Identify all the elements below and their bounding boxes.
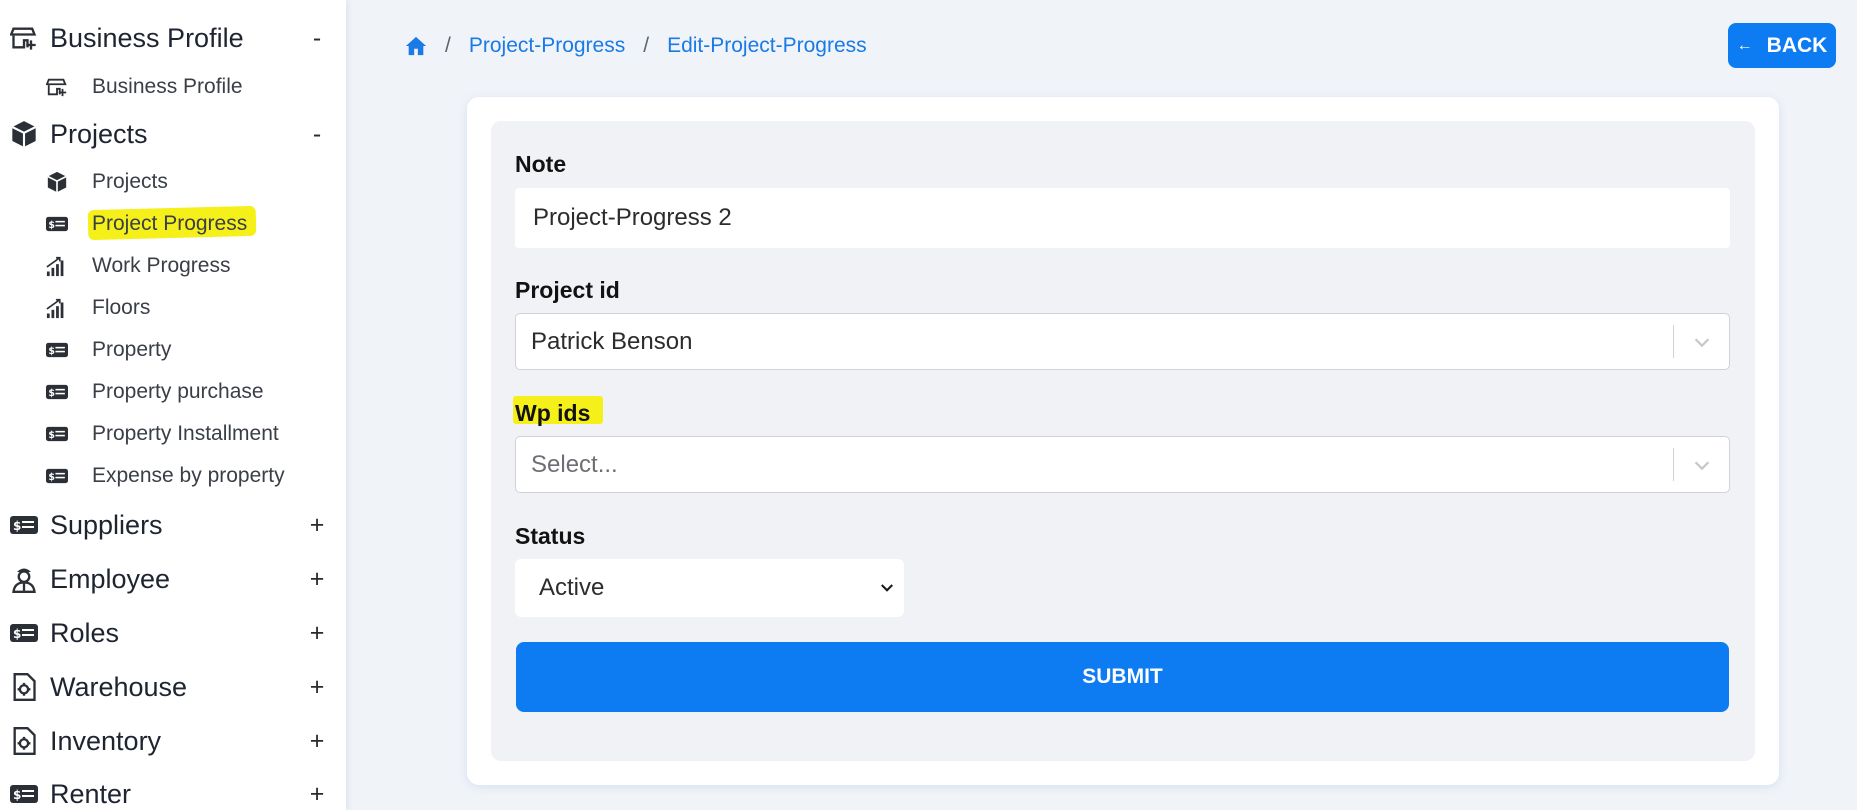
sidebar-item-property[interactable]: Property	[0, 330, 346, 370]
sidebar-item-label: Expense by property	[92, 464, 285, 487]
status-label: Status	[515, 523, 586, 549]
sidebar-item-projects[interactable]: Projects	[0, 162, 346, 202]
sidebar-group-label: Roles	[50, 617, 120, 648]
signal-bars-icon	[46, 297, 68, 319]
expand-toggle[interactable]: +	[305, 565, 329, 594]
money-bill-icon	[10, 511, 38, 539]
sidebar-group-inventory[interactable]: Inventory +	[0, 719, 346, 763]
breadcrumb-edit-project-progress[interactable]: Edit-Project-Progress	[667, 34, 867, 58]
status-value: Active	[539, 574, 605, 601]
chevron-down-icon	[878, 579, 896, 597]
back-button[interactable]: ← BACK	[1728, 23, 1836, 68]
expand-toggle[interactable]: +	[305, 673, 329, 702]
collapse-toggle[interactable]: -	[305, 24, 329, 53]
sidebar-item-property-installment[interactable]: Property Installment	[0, 414, 346, 454]
sidebar-group-suppliers[interactable]: Suppliers +	[0, 503, 346, 547]
sidebar-group-label: Renter	[50, 778, 132, 809]
file-gear-icon	[10, 727, 38, 755]
submit-label: SUBMIT	[1082, 665, 1163, 688]
breadcrumb: / Project-Progress / Edit-Project-Progre…	[405, 34, 867, 58]
sidebar-group-label: Business Profile	[50, 22, 244, 53]
submit-button[interactable]: SUBMIT	[516, 642, 1729, 712]
signal-bars-icon	[46, 255, 68, 277]
money-bill-icon	[10, 619, 38, 647]
sidebar-item-label: Property Installment	[92, 422, 279, 445]
project-id-label: Project id	[515, 277, 620, 303]
money-bill-icon	[10, 780, 38, 808]
cube-icon	[46, 171, 68, 193]
breadcrumb-separator: /	[643, 34, 650, 57]
expand-toggle[interactable]: +	[305, 619, 329, 648]
store-icon	[10, 24, 38, 52]
sidebar-group-label: Inventory	[50, 725, 162, 756]
sidebar-group-label: Employee	[50, 563, 171, 594]
select-divider	[1673, 325, 1674, 358]
sidebar-group-projects[interactable]: Projects -	[0, 112, 346, 156]
sidebar-item-work-progress[interactable]: Work Progress	[0, 246, 346, 286]
money-bill-icon	[46, 465, 68, 487]
file-gear-icon	[10, 673, 38, 701]
sidebar-item-expense-by-property[interactable]: Expense by property	[0, 456, 346, 496]
sidebar-item-label: Business Profile	[92, 75, 243, 98]
cube-icon	[10, 120, 38, 148]
sidebar-item-label: Property purchase	[92, 380, 264, 403]
status-select[interactable]: Active	[515, 559, 904, 617]
money-bill-icon	[46, 381, 68, 403]
sidebar-item-label: Work Progress	[92, 254, 231, 277]
sidebar-item-label: Projects	[92, 170, 168, 193]
project-id-select[interactable]: Patrick Benson	[515, 313, 1730, 370]
expand-toggle[interactable]: +	[305, 727, 329, 756]
sidebar-group-label: Warehouse	[50, 671, 188, 702]
sidebar-group-roles[interactable]: Roles +	[0, 611, 346, 655]
sidebar-group-warehouse[interactable]: Warehouse +	[0, 665, 346, 709]
sidebar-item-project-progress[interactable]: Project Progress	[0, 204, 346, 244]
sidebar-item-label: Floors	[92, 296, 151, 319]
chevron-down-icon[interactable]	[1691, 331, 1713, 353]
back-button-label: BACK	[1766, 33, 1828, 57]
wp-ids-placeholder: Select...	[531, 450, 618, 478]
note-value: Project-Progress 2	[533, 204, 732, 231]
sidebar-group-employee[interactable]: Employee +	[0, 557, 346, 601]
sidebar-item-business-profile[interactable]: Business Profile	[0, 67, 346, 107]
money-bill-icon	[46, 213, 68, 235]
breadcrumb-separator: /	[445, 34, 451, 57]
sidebar-group-label: Projects	[50, 118, 148, 149]
sidebar-group-renter[interactable]: Renter +	[0, 772, 346, 810]
wp-ids-label: Wp ids	[515, 400, 591, 426]
money-bill-icon	[46, 423, 68, 445]
project-id-value: Patrick Benson	[531, 327, 693, 355]
chevron-down-icon[interactable]	[1691, 454, 1713, 476]
sidebar-group-business-profile[interactable]: Business Profile -	[0, 16, 346, 60]
sidebar-item-label: Property	[92, 338, 172, 361]
home-icon[interactable]	[405, 35, 427, 57]
money-bill-icon	[46, 339, 68, 361]
sidebar-group-label: Suppliers	[50, 509, 163, 540]
expand-toggle[interactable]: +	[305, 511, 329, 540]
wp-ids-select[interactable]: Select...	[515, 436, 1730, 493]
note-label: Note	[515, 151, 567, 177]
sidebar-item-floors[interactable]: Floors	[0, 288, 346, 328]
sidebar-item-property-purchase[interactable]: Property purchase	[0, 372, 346, 412]
store-icon	[46, 76, 68, 98]
sidebar-item-label: Project Progress	[92, 212, 248, 235]
note-input[interactable]: Project-Progress 2	[515, 188, 1730, 248]
user-tie-icon	[10, 565, 38, 593]
sidebar: Business Profile - Business Profile Proj…	[0, 0, 346, 810]
collapse-toggle[interactable]: -	[305, 120, 329, 149]
select-divider	[1673, 448, 1674, 481]
breadcrumb-project-progress[interactable]: Project-Progress	[469, 34, 625, 58]
arrow-left-icon: ←	[1736, 36, 1753, 54]
expand-toggle[interactable]: +	[305, 780, 329, 809]
